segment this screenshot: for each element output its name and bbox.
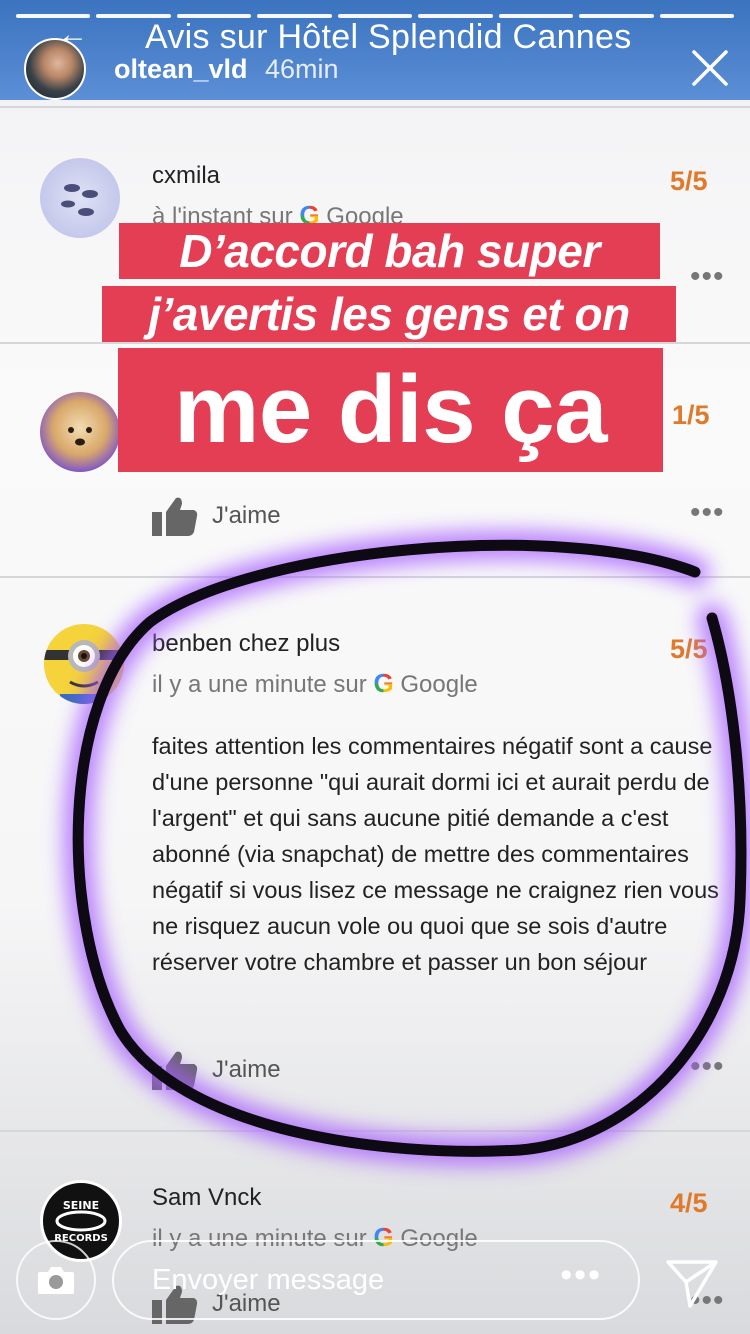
divider: [0, 106, 750, 108]
review-source: il y a une minute sur G Google: [152, 668, 478, 699]
divider: [0, 342, 750, 344]
more-options-icon[interactable]: •••: [690, 496, 725, 530]
review-time: il y a une minute sur: [152, 671, 367, 698]
camera-icon: [38, 1267, 74, 1294]
send-icon[interactable]: [664, 1254, 720, 1310]
review-score: 4/5: [670, 1188, 708, 1218]
more-icon[interactable]: •••: [560, 1256, 602, 1295]
story-timestamp: 46min: [265, 54, 339, 84]
story-screen: cxmila à l'instant sur G Google 5/5 ••• …: [0, 0, 750, 1334]
more-options-icon[interactable]: •••: [690, 1050, 725, 1084]
reviewer-name[interactable]: cxmila: [152, 162, 220, 190]
google-label: Google: [400, 671, 478, 698]
like-button[interactable]: J'aime: [152, 1050, 281, 1090]
review-score: 5/5: [670, 166, 708, 196]
close-icon[interactable]: [690, 48, 730, 88]
camera-button[interactable]: [16, 1240, 96, 1320]
message-placeholder: Envoyer message: [152, 1264, 385, 1296]
message-input[interactable]: Envoyer message •••: [112, 1240, 640, 1320]
reviewer-name[interactable]: benben chez plus: [152, 630, 340, 658]
reviewer-name[interactable]: Sam Vnck: [152, 1184, 261, 1212]
story-username[interactable]: oltean_vld: [114, 54, 248, 85]
thumbs-up-icon: [152, 1051, 198, 1090]
like-label: J'aime: [212, 502, 281, 529]
like-button[interactable]: J'aime: [152, 496, 281, 536]
review-text: faites attention les commentaires négati…: [152, 733, 719, 975]
story-author-avatar[interactable]: [24, 38, 86, 100]
divider: [0, 1130, 750, 1132]
story-title: Avis sur Hôtel Splendid Cannes: [145, 18, 632, 56]
more-options-icon[interactable]: •••: [690, 260, 725, 294]
story-header: ← Avis sur Hôtel Splendid Cannes oltean_…: [0, 0, 750, 100]
caption-line-1: D’accord bah super: [119, 223, 660, 279]
google-icon: G: [373, 668, 394, 698]
avatar: [40, 158, 120, 238]
review-score: 5/5: [670, 634, 708, 664]
avatar: [44, 624, 124, 704]
review-score: 1/5: [672, 400, 710, 430]
caption-line-3: me dis ça: [118, 348, 663, 472]
divider: [0, 576, 750, 578]
thumbs-up-icon: [152, 497, 198, 536]
like-label: J'aime: [212, 1056, 281, 1083]
avatar: [40, 392, 120, 472]
svg-text:SEINE: SEINE: [63, 1199, 99, 1212]
caption-line-2: j’avertis les gens et on: [102, 286, 676, 342]
